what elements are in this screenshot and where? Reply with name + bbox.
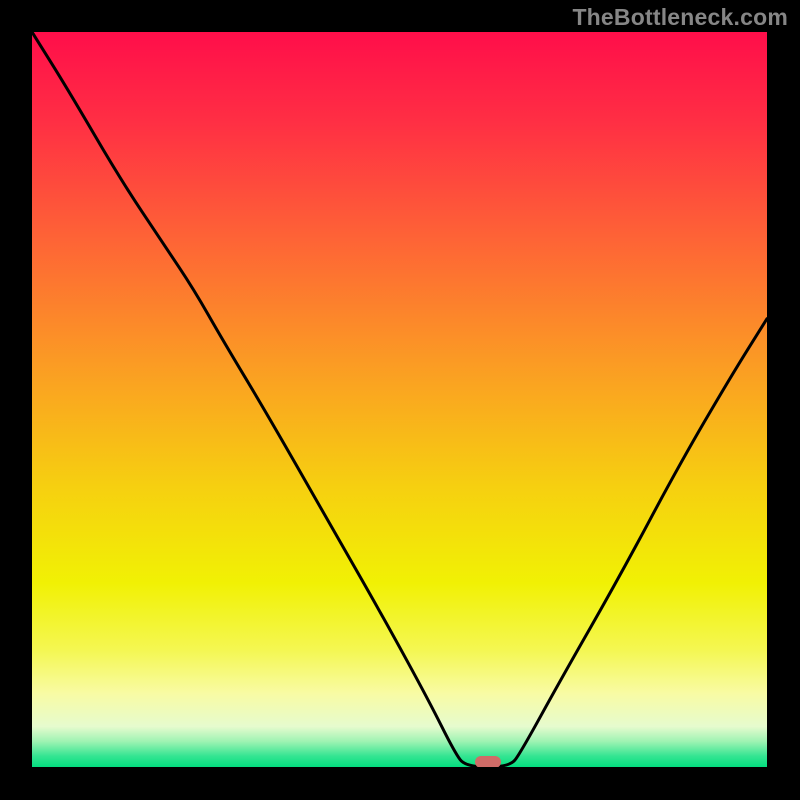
bottleneck-curve <box>32 32 767 767</box>
plot-area <box>32 32 767 767</box>
optimal-point-marker <box>475 756 501 767</box>
watermark-label: TheBottleneck.com <box>572 4 788 31</box>
chart-frame: TheBottleneck.com <box>0 0 800 800</box>
